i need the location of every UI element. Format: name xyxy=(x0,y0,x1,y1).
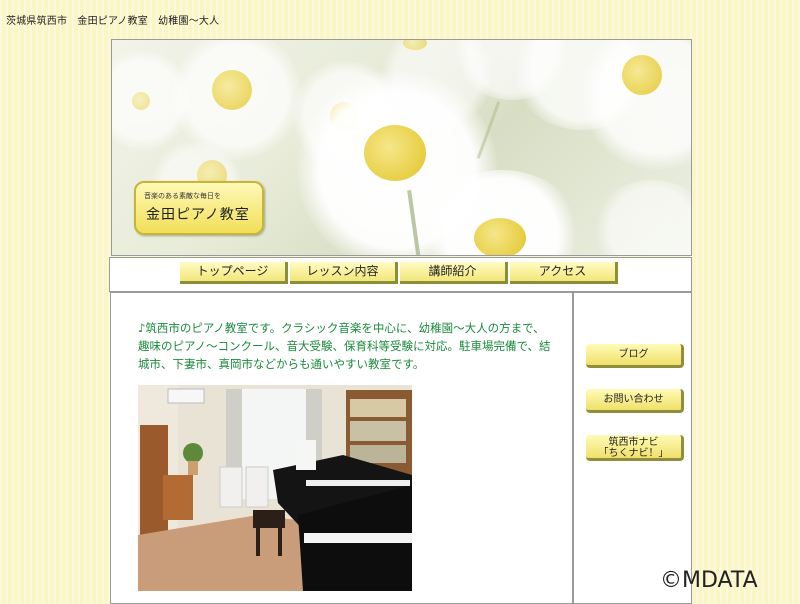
nav-lessons[interactable]: レッスン内容 xyxy=(290,262,398,284)
sidebar-chikunavi-button[interactable]: 筑西市ナビ 「ちくナビ！」 xyxy=(586,435,684,461)
logo-title: 金田ピアノ教室 xyxy=(146,207,250,223)
sidebar-blog-button[interactable]: ブログ xyxy=(586,344,684,368)
site-logo[interactable]: 音楽のある素敵な毎日を 金田ピアノ教室 xyxy=(134,181,264,235)
sidebar-blog-label: ブログ xyxy=(618,349,649,360)
nav-teacher[interactable]: 講師紹介 xyxy=(400,262,508,284)
nav-top-page[interactable]: トップページ xyxy=(180,262,288,284)
site-tagline: 茨城県筑西市 金田ピアノ教室 幼稚園〜大人 xyxy=(6,16,220,27)
sidebar-chikunavi-label-2: 「ちくナビ！」 xyxy=(598,448,669,459)
main-navigation: トップページ レッスン内容 講師紹介 アクセス xyxy=(109,257,692,292)
nav-access[interactable]: アクセス xyxy=(510,262,618,284)
sidebar: ブログ お問い合わせ 筑西市ナビ 「ちくナビ！」 xyxy=(573,292,692,604)
piano-room-photo xyxy=(138,385,412,591)
intro-text: ♪筑西市のピアノ教室です。クラシック音楽を中心に、幼稚園〜大人の方まで、趣味のピ… xyxy=(138,321,551,371)
copyright-watermark: ©MDATA xyxy=(660,568,758,593)
sidebar-contact-button[interactable]: お問い合わせ xyxy=(586,389,684,413)
logo-subtitle: 音楽のある素敵な毎日を xyxy=(144,192,221,200)
sidebar-chikunavi-label-1: 筑西市ナビ xyxy=(608,437,659,448)
main-content: ♪筑西市のピアノ教室です。クラシック音楽を中心に、幼稚園〜大人の方まで、趣味のピ… xyxy=(110,292,573,604)
sidebar-contact-label: お問い合わせ xyxy=(603,394,664,405)
